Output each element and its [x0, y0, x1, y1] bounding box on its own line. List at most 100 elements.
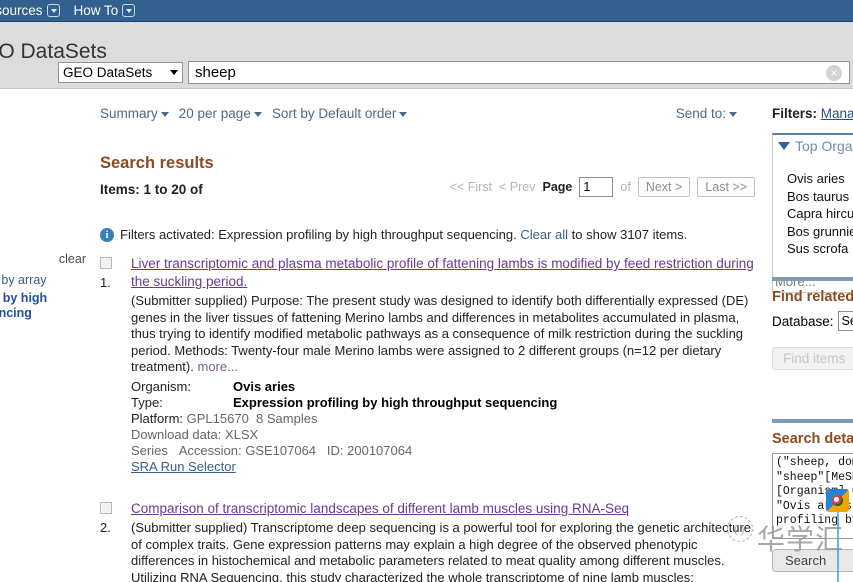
organism-item-bos-grunniens[interactable]: Bos grunniens: [787, 223, 853, 241]
section-divider-bar: [772, 277, 853, 281]
next-page-button[interactable]: Next >: [637, 177, 691, 197]
related-database-value: Select: [841, 314, 853, 328]
platform-label: Platform:: [131, 410, 184, 426]
organism-label: Organism:: [131, 378, 191, 394]
page-title: Search results: [100, 154, 214, 172]
type-value: Expression profiling by high throughput …: [233, 394, 558, 410]
download-format[interactable]: XLSX: [225, 427, 258, 442]
meta-row-organism: Organism: Ovis aries: [131, 379, 760, 395]
sra-run-selector-link[interactable]: SRA Run Selector: [131, 459, 236, 474]
top-organisms-heading: Top Organisms: [795, 138, 853, 154]
organism-item-sus-scrofa[interactable]: Sus scrofa: [787, 240, 853, 258]
meta-row-sra: SRA Run Selector: [131, 459, 760, 475]
search-details-search-button[interactable]: Search: [772, 549, 853, 572]
filters-activated-suffix: to show 3107 items.: [571, 227, 688, 242]
result-title-link[interactable]: Comparison of transcriptomic landscapes …: [131, 500, 760, 518]
organism-item-capra-hircus[interactable]: Capra hircus: [787, 205, 853, 223]
find-related-database-row: Database: Select: [772, 311, 853, 331]
chevron-down-icon: [729, 111, 737, 117]
left-filter-item-hts[interactable]: ng by high uencing: [0, 291, 47, 321]
result-more-link[interactable]: more...: [197, 359, 237, 374]
nav-item-how-to[interactable]: How To: [74, 3, 136, 18]
pagination-controls: << First < Prev Page of Next > Last >>: [450, 177, 755, 197]
clear-search-icon[interactable]: ×: [826, 64, 842, 81]
result-number: 2.: [100, 520, 111, 535]
nav-how-to-label: How To: [73, 3, 119, 18]
left-filter-item-array[interactable]: ng by array: [0, 273, 47, 287]
top-organisms-list: Ovis aries Bos taurus Capra hircus Bos g…: [773, 170, 853, 260]
find-items-button[interactable]: Find items: [772, 347, 853, 370]
search-box[interactable]: ×: [188, 61, 850, 84]
filters-activated-note: i Filters activated: Expression profilin…: [100, 227, 740, 242]
filters-label: Filters:: [772, 106, 818, 121]
top-organisms-header[interactable]: Top Organisms: [773, 135, 853, 157]
chevron-down-icon[interactable]: [122, 4, 136, 17]
results-count: Items: 1 to 20 of: [100, 182, 203, 197]
chevron-down-icon: [160, 111, 169, 117]
result-metadata: Organism: Ovis aries Type: Expression prof…: [131, 379, 760, 475]
per-page-dropdown[interactable]: 20 per page: [179, 106, 262, 121]
result-description: (Submitter supplied) Transcriptome deep …: [131, 520, 760, 582]
organism-item-ovis-aries[interactable]: Ovis aries: [787, 170, 853, 188]
last-page-button[interactable]: Last >>: [697, 177, 755, 197]
related-database-select[interactable]: Select: [837, 311, 853, 331]
triangle-down-icon[interactable]: [778, 142, 790, 150]
results-main-column: Summary 20 per page Sort by Default orde…: [92, 89, 764, 582]
find-related-data-box: Find related data Database: Select Find …: [772, 277, 853, 370]
type-label: Type:: [131, 394, 163, 410]
result-item: 2. Comparison of transcriptomic landscap…: [100, 500, 760, 582]
search-header: GEO DataSets GEO DataSets × Create alert…: [0, 22, 853, 102]
display-format-dropdown[interactable]: Summary: [100, 106, 169, 121]
id-value: 200107064: [347, 442, 413, 458]
meta-row-download: Download data: XLSX: [131, 427, 760, 443]
clear-all-filters-link[interactable]: Clear all: [520, 227, 568, 242]
watermark-dot-icon: ( ): [734, 524, 745, 536]
result-description-text: (Submitter supplied) Transcriptome deep …: [131, 520, 752, 582]
display-settings-bar: Summary 20 per page Sort by Default orde…: [100, 106, 408, 121]
send-to-dropdown[interactable]: Send to:: [676, 106, 737, 121]
meta-row-type: Type: Expression profiling by high throug…: [131, 395, 760, 411]
find-related-heading: Find related data: [772, 289, 853, 305]
platform-value[interactable]: GPL15670: [187, 411, 249, 426]
nav-resources-label: Resources: [0, 3, 43, 18]
organism-item-bos-taurus[interactable]: Bos taurus: [787, 188, 853, 206]
series-label: Series: [131, 442, 168, 458]
watermark-vertical-line: [837, 512, 839, 582]
accession-label: Accession:: [178, 442, 242, 458]
prev-page-button[interactable]: < Prev: [499, 180, 535, 194]
samples-count[interactable]: 8 Samples: [256, 411, 317, 426]
section-divider-bar: [772, 419, 853, 423]
id-label: ID:: [326, 442, 344, 458]
result-checkbox[interactable]: [100, 502, 112, 514]
chevron-down-icon[interactable]: [46, 4, 60, 17]
nav-item-resources[interactable]: Resources: [0, 3, 60, 18]
first-page-button[interactable]: << First: [450, 180, 492, 194]
manage-filters-link[interactable]: Manage Filters: [821, 106, 853, 121]
result-checkbox[interactable]: [100, 257, 112, 269]
chevron-down-icon: [253, 111, 262, 117]
meta-row-platform: Platform: GPL15670 8 Samples: [131, 411, 760, 427]
wechat-badge-icon: [826, 489, 849, 512]
page-number-input[interactable]: [579, 177, 614, 197]
left-filter-column: clear ng by array ng by high uencing: [0, 89, 92, 582]
chevron-down-icon: [170, 70, 178, 75]
result-item: 1. Liver transcriptomic and plasma metab…: [100, 255, 760, 475]
result-title-link[interactable]: Liver transcriptomic and plasma metaboli…: [131, 255, 760, 291]
top-organisms-facet: Top Organisms Ovis aries Bos taurus Capr…: [772, 133, 853, 293]
left-filter-clear-label[interactable]: clear: [59, 252, 86, 266]
accession-value: GSE107064: [245, 442, 317, 458]
sort-by-dropdown[interactable]: Sort by Default order: [272, 106, 408, 121]
database-field-label: Database:: [772, 313, 834, 329]
filters-activated-text: Filters activated: Expression profiling …: [120, 227, 517, 242]
search-input[interactable]: [189, 64, 826, 81]
search-details-heading: Search details: [772, 431, 853, 447]
download-label: Download data:: [131, 426, 222, 442]
result-description: (Submitter supplied) Purpose: The presen…: [131, 293, 760, 376]
top-navigation-bar: Resources How To: [0, 0, 853, 22]
database-select-value: GEO DataSets: [63, 65, 153, 80]
info-icon: i: [100, 228, 114, 242]
page-label: Page: [542, 180, 573, 194]
database-title: GEO DataSets: [0, 40, 107, 63]
organism-value: Ovis aries: [233, 378, 296, 394]
database-select[interactable]: GEO DataSets: [58, 62, 183, 83]
